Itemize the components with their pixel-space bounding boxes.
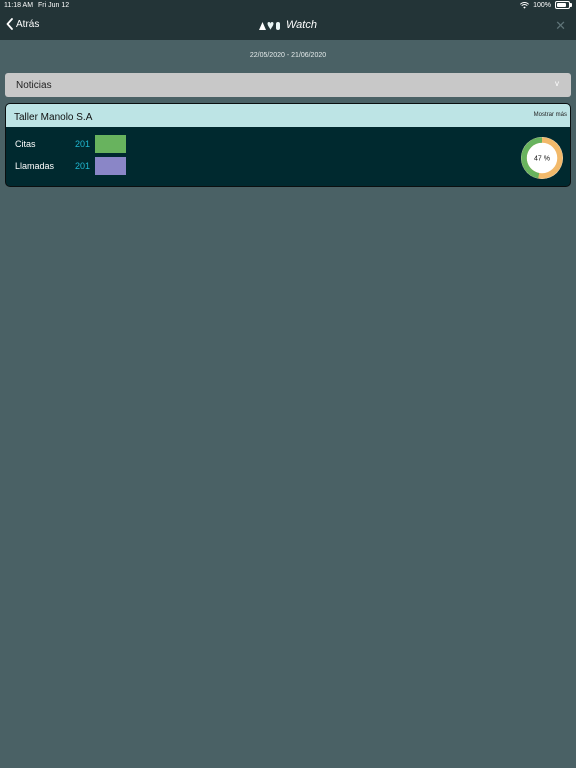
status-time: 11:18 AM: [4, 2, 34, 9]
company-card: Taller Manolo S.A Mostrar más Citas 201 …: [5, 103, 571, 187]
battery-icon: [555, 1, 572, 9]
progress-donut: 47 %: [521, 137, 563, 179]
status-date: Fri Jun 12: [38, 2, 70, 9]
date-range: 22/05/2020 - 21/06/2020: [249, 52, 327, 59]
wifi-icon: [520, 1, 530, 9]
show-more-link[interactable]: Mostrar más: [534, 112, 567, 118]
company-name: Taller Manolo S.A: [14, 112, 93, 123]
status-right: 100%: [520, 1, 572, 9]
chevron-down-icon: v: [555, 79, 559, 88]
stat-color-swatch: [95, 157, 126, 175]
news-accordion[interactable]: Noticias v: [5, 73, 571, 97]
nav-bar: Atrás Watch ✕: [0, 12, 576, 40]
stat-color-swatch: [95, 135, 126, 153]
status-bar: 11:18 AM Fri Jun 12 100%: [0, 0, 576, 12]
close-icon[interactable]: ✕: [555, 18, 566, 34]
stat-value: 201: [75, 139, 91, 149]
stat-row-citas: Citas 201: [15, 135, 126, 153]
app-logo: Watch: [258, 19, 317, 31]
donut-percent-label: 47 %: [534, 156, 550, 163]
stat-row-llamadas: Llamadas 201: [15, 157, 126, 175]
stat-value: 201: [75, 161, 91, 171]
accordion-label: Noticias: [16, 80, 52, 91]
back-label: Atrás: [16, 18, 40, 30]
logo-mark-icon: [259, 21, 280, 30]
logo-text: Watch: [286, 19, 317, 31]
back-button[interactable]: Atrás: [6, 18, 39, 30]
stat-label: Citas: [15, 139, 36, 149]
chevron-left-icon: [6, 18, 13, 30]
card-header: Taller Manolo S.A Mostrar más: [6, 104, 570, 127]
battery-percent: 100%: [533, 1, 551, 9]
stat-label: Llamadas: [15, 161, 55, 171]
